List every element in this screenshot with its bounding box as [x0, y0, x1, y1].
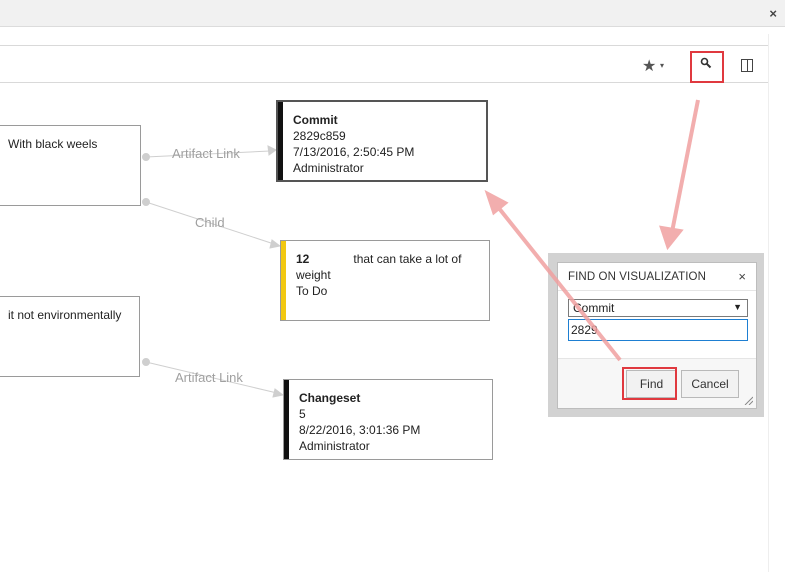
annotation-arrow-find — [496, 205, 622, 362]
annotation-arrowhead-search — [659, 225, 684, 251]
annotation-arrowhead-find — [484, 189, 509, 216]
annotation-arrow-search — [670, 99, 700, 233]
annotation-layer — [484, 99, 700, 362]
